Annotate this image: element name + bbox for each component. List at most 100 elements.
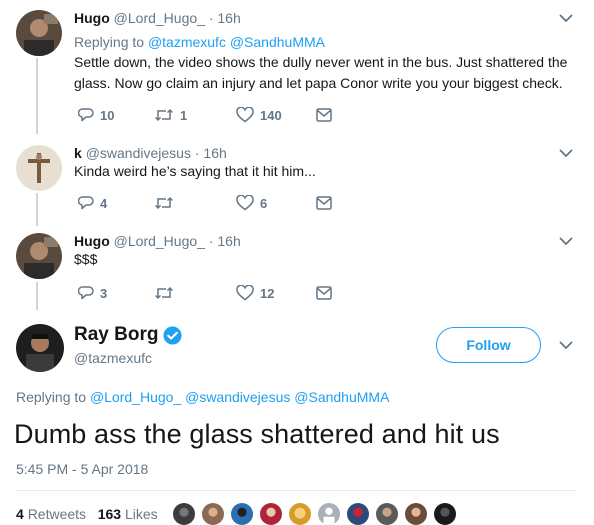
liker-avatar[interactable] <box>433 502 457 525</box>
display-name[interactable]: Hugo <box>74 233 110 249</box>
reply-button[interactable]: 3 <box>78 283 107 303</box>
tweet-header: Hugo @Lord_Hugo_ · 16h <box>74 233 241 249</box>
like-count: 12 <box>260 285 275 301</box>
reply-icon <box>78 108 94 122</box>
mention-link[interactable]: @tazmexufc <box>148 34 226 50</box>
chevron-down-icon[interactable] <box>556 335 576 355</box>
retweet-count: 1 <box>180 107 188 123</box>
chevron-down-icon[interactable] <box>556 231 576 251</box>
liker-avatar[interactable] <box>259 502 283 525</box>
handle[interactable]: @Lord_Hugo_ <box>114 10 205 26</box>
display-name[interactable]: k <box>74 145 82 161</box>
tweet-stats: 4 Retweets 163 Likes <box>16 506 158 522</box>
tweet-header: Hugo @Lord_Hugo_ · 16h <box>74 10 241 26</box>
tweet-text: Kinda weird he’s saying that it hit him.… <box>74 161 574 182</box>
dm-button[interactable] <box>316 105 332 125</box>
verified-icon <box>163 325 182 345</box>
retweets-stat[interactable]: 4 Retweets <box>16 506 86 522</box>
liker-avatars <box>172 502 462 525</box>
like-count: 140 <box>260 107 282 123</box>
tweet-text: Settle down, the video shows the dully n… <box>74 52 574 94</box>
tweet-actions: 10 1 140 <box>74 105 374 125</box>
like-button[interactable]: 6 <box>236 193 267 213</box>
follow-button[interactable]: Follow <box>436 327 541 363</box>
dm-icon <box>316 196 332 210</box>
replying-prefix: Replying to <box>74 34 145 50</box>
retweets-count: 4 <box>16 506 24 522</box>
liker-avatar[interactable] <box>317 502 341 525</box>
avatar[interactable] <box>16 145 62 191</box>
mention-link[interactable]: @swandivejesus <box>185 389 290 405</box>
reply-count: 3 <box>100 285 108 301</box>
tweet-text: $$$ <box>74 249 574 270</box>
like-icon <box>236 107 254 123</box>
retweet-icon <box>154 196 174 210</box>
reply-button[interactable]: 10 <box>78 105 114 125</box>
tweet-timestamp[interactable]: 5:45 PM - 5 Apr 2018 <box>16 461 148 477</box>
like-icon <box>236 285 254 301</box>
reply-tweet[interactable]: Hugo @Lord_Hugo_ · 16h $$$ 3 12 <box>0 233 594 303</box>
chevron-down-icon[interactable] <box>556 8 576 28</box>
reply-icon <box>78 286 94 300</box>
dm-icon <box>316 286 332 300</box>
chevron-down-icon[interactable] <box>556 143 576 163</box>
replying-to: Replying to @Lord_Hugo_ @swandivejesus @… <box>16 389 389 405</box>
reply-count: 4 <box>100 195 108 211</box>
retweet-icon <box>154 286 174 300</box>
likes-stat[interactable]: 163 Likes <box>98 506 158 522</box>
likes-label: Likes <box>124 506 158 522</box>
display-name[interactable]: Hugo <box>74 10 110 26</box>
mention-link[interactable]: @SandhuMMA <box>230 34 325 50</box>
tweet-actions: 3 12 <box>74 283 374 303</box>
main-tweet-text: Dumb ass the glass shattered and hit us <box>14 419 500 449</box>
handle[interactable]: @swandivejesus <box>86 145 191 161</box>
mention-link[interactable]: @Lord_Hugo_ <box>90 389 181 405</box>
dm-icon <box>316 108 332 122</box>
tweet-actions: 4 6 <box>74 193 374 213</box>
reply-tweet[interactable]: k @swandivejesus · 16h Kinda weird he’s … <box>0 145 594 215</box>
reply-count: 10 <box>100 107 115 123</box>
divider <box>16 490 576 491</box>
avatar[interactable] <box>16 324 64 372</box>
reply-button[interactable]: 4 <box>78 193 107 213</box>
timestamp[interactable]: 16h <box>203 145 226 161</box>
tweet-text-line: $$$ <box>74 251 98 267</box>
handle[interactable]: @tazmexufc <box>74 350 152 366</box>
reply-icon <box>78 196 94 210</box>
reply-tweet[interactable]: Hugo @Lord_Hugo_ · 16h Replying to @tazm… <box>0 10 594 130</box>
handle[interactable]: @Lord_Hugo_ <box>114 233 205 249</box>
tweet-text-line: Kinda weird he’s saying that it hit him.… <box>74 163 316 179</box>
tweet-text-line: glass. Now go claim an injury and let pa… <box>74 75 563 91</box>
tweet-header: k @swandivejesus · 16h <box>74 145 227 161</box>
liker-avatar[interactable] <box>375 502 399 525</box>
display-name[interactable]: Ray Borg <box>74 324 158 346</box>
replying-to: Replying to @tazmexufc @SandhuMMA <box>74 34 325 50</box>
timestamp[interactable]: 16h <box>217 10 240 26</box>
like-button[interactable]: 140 <box>236 105 282 125</box>
tweet-text-line: Settle down, the video shows the dully n… <box>74 54 568 70</box>
avatar[interactable] <box>16 10 62 56</box>
retweets-label: Retweets <box>27 506 87 522</box>
separator-dot: · <box>208 10 214 26</box>
liker-avatar[interactable] <box>230 502 254 525</box>
dm-button[interactable] <box>316 193 332 213</box>
avatar[interactable] <box>16 233 62 279</box>
liker-avatar[interactable] <box>288 502 312 525</box>
like-count: 6 <box>260 195 268 211</box>
retweet-icon <box>154 108 174 122</box>
separator-dot: · <box>208 233 214 249</box>
liker-avatar[interactable] <box>201 502 225 525</box>
like-icon <box>236 195 254 211</box>
retweet-button[interactable]: 1 <box>154 105 187 125</box>
timestamp[interactable]: 16h <box>217 233 240 249</box>
liker-avatar[interactable] <box>172 502 196 525</box>
like-button[interactable]: 12 <box>236 283 274 303</box>
dm-button[interactable] <box>316 283 332 303</box>
retweet-button[interactable] <box>154 283 180 303</box>
retweet-button[interactable] <box>154 193 180 213</box>
liker-avatar[interactable] <box>404 502 428 525</box>
mention-link[interactable]: @SandhuMMA <box>294 389 389 405</box>
liker-avatar[interactable] <box>346 502 370 525</box>
likes-count: 163 <box>97 506 122 522</box>
main-display-name[interactable]: Ray Borg <box>74 324 182 346</box>
